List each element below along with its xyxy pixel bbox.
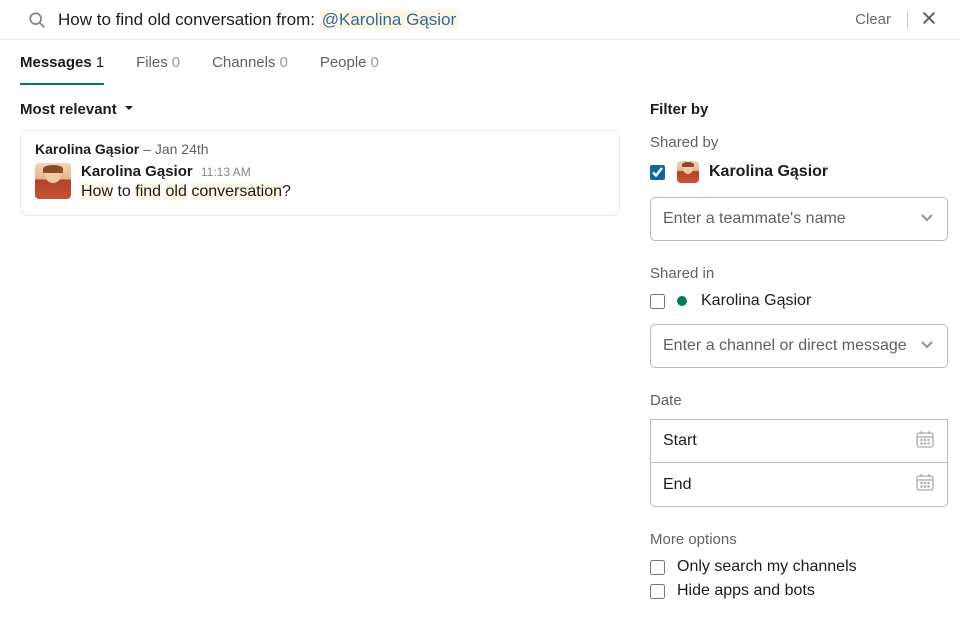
date-start-label: Start xyxy=(663,432,697,450)
search-query[interactable]: How to find old conversation from: @Karo… xyxy=(58,1,845,39)
tab-label: People xyxy=(320,54,367,71)
channel-select[interactable]: Enter a channel or direct message xyxy=(650,324,948,368)
opt-my-channels-label: Only search my channels xyxy=(677,558,857,576)
tab-count: 0 xyxy=(172,54,180,71)
divider xyxy=(907,11,908,29)
teammate-select-placeholder: Enter a teammate's name xyxy=(663,210,846,228)
date-end-label: End xyxy=(663,476,691,494)
filter-more-label: More options xyxy=(650,531,948,548)
presence-dot-icon xyxy=(677,296,687,306)
tab-count: 0 xyxy=(371,54,379,71)
result-context-date: Jan 24th xyxy=(155,141,209,157)
result-sender: Karolina Gąsior xyxy=(81,163,193,180)
clear-button[interactable]: Clear xyxy=(845,1,901,39)
date-start-field[interactable]: Start xyxy=(650,419,948,463)
filter-heading: Filter by xyxy=(650,101,948,118)
opt-my-channels-row[interactable]: Only search my channels xyxy=(650,558,948,576)
filter-shared-by-name: Karolina Gąsior xyxy=(709,163,828,181)
result-time: 11:13 AM xyxy=(201,165,251,179)
result-tabs: Messages 1 Files 0 Channels 0 People 0 xyxy=(0,40,960,85)
sort-dropdown[interactable]: Most relevant xyxy=(20,101,620,118)
chevron-down-icon xyxy=(919,336,935,357)
channel-select-placeholder: Enter a channel or direct message xyxy=(663,337,907,355)
close-button[interactable] xyxy=(914,3,944,36)
tab-label: Files xyxy=(136,54,168,71)
opt-my-channels-checkbox[interactable] xyxy=(650,560,665,575)
opt-hide-bots-row[interactable]: Hide apps and bots xyxy=(650,582,948,600)
tab-label: Channels xyxy=(212,54,275,71)
calendar-icon xyxy=(915,472,935,497)
teammate-select[interactable]: Enter a teammate's name xyxy=(650,197,948,241)
result-card[interactable]: Karolina Gąsior – Jan 24th Karolina Gąsi… xyxy=(20,130,620,216)
search-icon xyxy=(28,11,46,29)
filter-date-label: Date xyxy=(650,392,948,409)
filter-shared-by-checkbox[interactable] xyxy=(650,165,665,180)
tab-label: Messages xyxy=(20,54,92,71)
tab-channels[interactable]: Channels 0 xyxy=(212,40,288,85)
close-icon xyxy=(920,9,938,30)
filter-shared-in-label: Shared in xyxy=(650,265,948,282)
result-text: How to find old conversation? xyxy=(81,183,291,201)
tab-people[interactable]: People 0 xyxy=(320,40,379,85)
sort-label: Most relevant xyxy=(20,101,117,118)
search-mention: @Karolina Gąsior xyxy=(320,10,458,29)
result-context-sep: – xyxy=(139,141,155,157)
chevron-down-icon xyxy=(117,101,135,118)
opt-hide-bots-checkbox[interactable] xyxy=(650,584,665,599)
tab-messages[interactable]: Messages 1 xyxy=(20,40,104,85)
tab-count: 1 xyxy=(96,54,104,71)
avatar xyxy=(35,163,71,199)
chevron-down-icon xyxy=(919,209,935,230)
filter-shared-in-row[interactable]: Karolina Gąsior xyxy=(650,292,948,310)
tab-files[interactable]: Files 0 xyxy=(136,40,180,85)
calendar-icon xyxy=(915,429,935,454)
filter-shared-in-checkbox[interactable] xyxy=(650,294,665,309)
search-query-text: How to find old conversation from: xyxy=(58,10,315,29)
filter-shared-by-label: Shared by xyxy=(650,134,948,151)
result-context-sender: Karolina Gąsior xyxy=(35,141,139,157)
result-context: Karolina Gąsior – Jan 24th xyxy=(35,141,605,157)
avatar xyxy=(677,161,699,183)
tab-count: 0 xyxy=(279,54,287,71)
opt-hide-bots-label: Hide apps and bots xyxy=(677,582,815,600)
filter-shared-in-name: Karolina Gąsior xyxy=(701,292,811,310)
date-end-field[interactable]: End xyxy=(650,463,948,507)
filter-shared-by-row[interactable]: Karolina Gąsior xyxy=(650,161,948,183)
